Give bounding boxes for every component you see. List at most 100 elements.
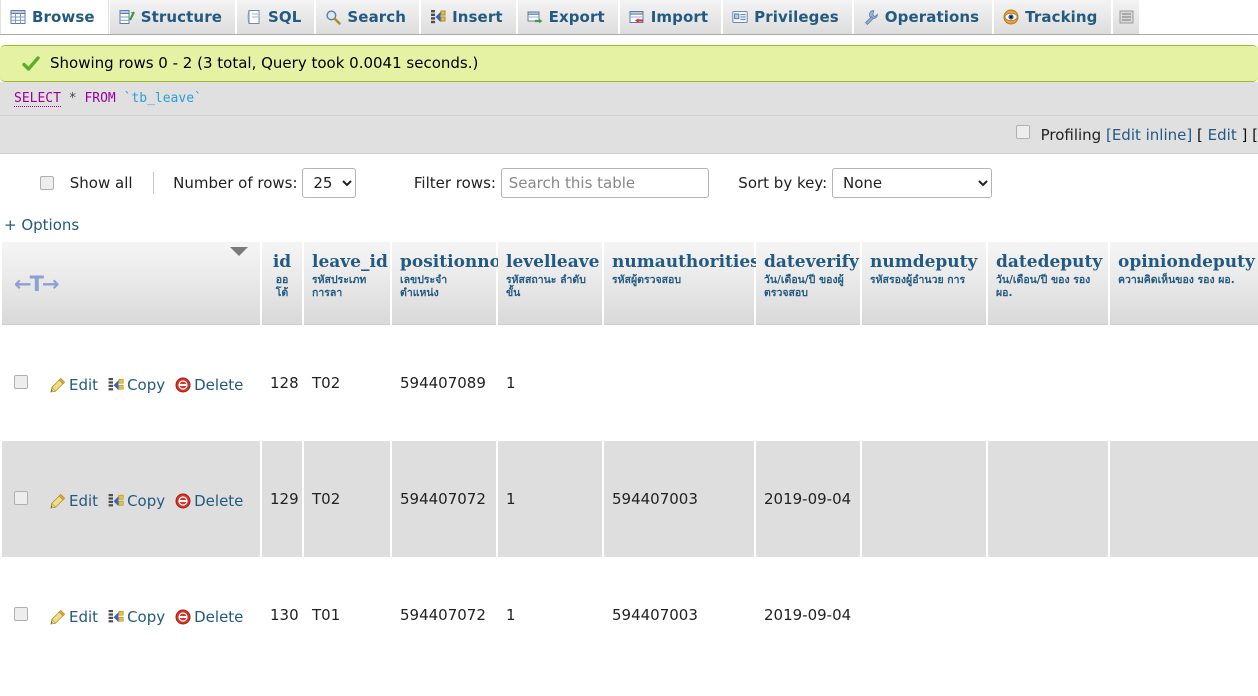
tab-search[interactable]: Search bbox=[315, 0, 421, 34]
cell-leave_id[interactable]: T02 bbox=[304, 441, 390, 557]
column-header-numdeputy[interactable]: numdeputy รหัสรองผู้อำนวย การ bbox=[862, 242, 986, 325]
edit-row-link[interactable]: Edit bbox=[50, 492, 98, 510]
status-message: Showing rows 0 - 2 (3 total, Query took … bbox=[50, 54, 479, 72]
edit-inline-link[interactable]: [Edit inline] bbox=[1106, 126, 1192, 144]
row-select-checkbox[interactable] bbox=[14, 491, 28, 505]
tab-tracking[interactable]: Tracking bbox=[993, 0, 1112, 34]
column-header-datedeputy[interactable]: datedeputy วัน/เดือน/ปี ของ รองผอ. bbox=[988, 242, 1108, 325]
column-header-leave_id[interactable]: leave_id รหัสประเภท การลา bbox=[304, 242, 390, 325]
cell-numdeputy[interactable] bbox=[862, 441, 986, 557]
copy-icon bbox=[108, 377, 124, 393]
options-link[interactable]: + Options bbox=[4, 216, 79, 234]
tab-operations[interactable]: Operations bbox=[852, 0, 994, 34]
show-all-label[interactable]: Show all bbox=[70, 174, 133, 192]
copy-row-link[interactable]: Copy bbox=[108, 492, 165, 510]
edit-row-link[interactable]: Edit bbox=[50, 608, 98, 626]
cell-datedeputy[interactable] bbox=[988, 441, 1108, 557]
delete-icon bbox=[175, 377, 191, 393]
cell-numauthorities[interactable]: 594407003 bbox=[604, 441, 754, 557]
tab-insert[interactable]: Insert bbox=[420, 0, 517, 34]
sql-keyword-select[interactable]: SELECT bbox=[14, 91, 61, 107]
cell-leave_id[interactable]: T02 bbox=[304, 325, 390, 441]
tab-label: Operations bbox=[884, 8, 980, 26]
edit-pencil-icon bbox=[50, 609, 66, 625]
sql-keyword-from: FROM bbox=[84, 91, 116, 106]
column-name: levelleave bbox=[506, 252, 600, 272]
cell-id[interactable]: 129 bbox=[262, 441, 302, 557]
table-row[interactable]: Edit Copy Delete 130 T01 594407072 1 59440700… bbox=[2, 557, 1258, 673]
cell-numdeputy[interactable] bbox=[862, 325, 986, 441]
delete-row-link[interactable]: Delete bbox=[175, 492, 243, 510]
column-name: positionno bbox=[400, 252, 501, 272]
table-row[interactable]: Edit Copy Delete 129 T02 594407072 1 59440700… bbox=[2, 441, 1258, 557]
success-check-icon bbox=[22, 55, 40, 73]
column-resize-icon[interactable]: ←T→ bbox=[14, 274, 60, 295]
tab-export[interactable]: Export bbox=[516, 0, 619, 34]
column-name: id bbox=[272, 252, 292, 272]
edit-link[interactable]: Edit bbox=[1208, 126, 1237, 144]
delete-row-link[interactable]: Delete bbox=[175, 376, 243, 394]
cell-positionno[interactable]: 594407072 bbox=[392, 441, 496, 557]
cell-datedeputy[interactable] bbox=[988, 325, 1108, 441]
copy-row-link[interactable]: Copy bbox=[108, 376, 165, 394]
cell-dateverify[interactable] bbox=[756, 325, 860, 441]
copy-icon bbox=[108, 609, 124, 625]
cell-opiniondeputy[interactable] bbox=[1110, 557, 1258, 673]
column-header-levelleave[interactable]: levelleave รหัสสถานะ ลำดับขั้น bbox=[498, 242, 602, 325]
sql-icon bbox=[246, 9, 262, 25]
options-expander[interactable]: + Options bbox=[0, 204, 1258, 234]
cell-opiniondeputy[interactable] bbox=[1110, 441, 1258, 557]
delete-row-link[interactable]: Delete bbox=[175, 608, 243, 626]
structure-icon bbox=[119, 9, 135, 25]
cell-numauthorities[interactable]: 594407003 bbox=[604, 557, 754, 673]
profiling-bar: Profiling [Edit inline] [ Edit ] [ bbox=[0, 116, 1258, 154]
cell-dateverify[interactable]: 2019-09-04 bbox=[756, 441, 860, 557]
profiling-checkbox[interactable] bbox=[1015, 125, 1030, 139]
tab-browse[interactable]: Browse bbox=[0, 0, 109, 34]
tab-privileges[interactable]: Privileges bbox=[722, 0, 853, 34]
filter-rows-input[interactable] bbox=[500, 168, 709, 198]
number-of-rows-select[interactable]: 25 bbox=[302, 168, 357, 198]
edit-pencil-icon bbox=[50, 377, 66, 393]
column-name: dateverify bbox=[764, 252, 859, 272]
tab-label: Structure bbox=[140, 8, 222, 26]
edit-label: Edit bbox=[69, 608, 99, 626]
tab-label: Export bbox=[548, 8, 605, 26]
sort-dropdown-arrow-icon[interactable] bbox=[230, 247, 248, 256]
row-select-checkbox[interactable] bbox=[14, 607, 28, 621]
cell-leave_id[interactable]: T01 bbox=[304, 557, 390, 673]
copy-row-link[interactable]: Copy bbox=[108, 608, 165, 626]
cell-dateverify[interactable]: 2019-09-04 bbox=[756, 557, 860, 673]
tab-sql[interactable]: SQL bbox=[235, 0, 316, 34]
column-header-opiniondeputy[interactable]: opiniondeputy ความคิดเห็นของ รอง ผอ. bbox=[1110, 242, 1258, 325]
sort-by-key-select[interactable]: None bbox=[831, 168, 992, 198]
cell-id[interactable]: 128 bbox=[262, 325, 302, 441]
cell-id[interactable]: 130 bbox=[262, 557, 302, 673]
column-comment: วัน/เดือน/ปี ของผู้ตรวจสอบ bbox=[764, 274, 844, 299]
show-all-checkbox[interactable] bbox=[40, 176, 54, 190]
column-comment: รหัสผู้ตรวจสอบ bbox=[612, 274, 682, 286]
cell-levelleave[interactable]: 1 bbox=[498, 441, 602, 557]
tab-structure[interactable]: Structure bbox=[108, 0, 236, 34]
column-header-positionno[interactable]: positionno เลขประจำ ตำแหน่ง bbox=[392, 242, 501, 325]
table-row[interactable]: Edit Copy Delete 128 T02 594407089 1 bbox=[2, 325, 1258, 441]
cell-datedeputy[interactable] bbox=[988, 557, 1108, 673]
column-header-numauthorities[interactable]: numauthorities รหัสผู้ตรวจสอบ bbox=[604, 242, 760, 325]
browse-icon bbox=[10, 9, 26, 25]
cell-opiniondeputy[interactable] bbox=[1110, 325, 1258, 441]
edit-row-link[interactable]: Edit bbox=[50, 376, 98, 394]
sql-query-display[interactable]: SELECT * FROM `tb_leave` bbox=[0, 82, 1258, 116]
tab-overflow-partial[interactable] bbox=[1111, 0, 1140, 34]
column-header-id[interactable]: id ออโต้ bbox=[262, 242, 302, 325]
cell-numdeputy[interactable] bbox=[862, 557, 986, 673]
tab-import[interactable]: Import bbox=[618, 0, 723, 34]
delete-icon bbox=[175, 609, 191, 625]
column-header-dateverify[interactable]: dateverify วัน/เดือน/ปี ของผู้ตรวจสอบ bbox=[756, 242, 860, 325]
cell-positionno[interactable]: 594407072 bbox=[392, 557, 496, 673]
cell-levelleave[interactable]: 1 bbox=[498, 557, 602, 673]
column-name: datedeputy bbox=[996, 252, 1103, 272]
cell-levelleave[interactable]: 1 bbox=[498, 325, 602, 441]
cell-numauthorities[interactable] bbox=[604, 325, 754, 441]
row-select-checkbox[interactable] bbox=[14, 375, 28, 389]
cell-positionno[interactable]: 594407089 bbox=[392, 325, 496, 441]
